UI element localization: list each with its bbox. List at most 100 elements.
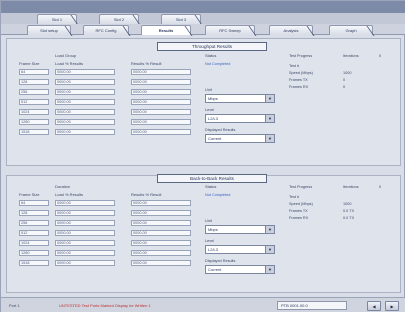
table-cell-load: 0000.00	[55, 69, 115, 75]
table-cell-result: 0000.00	[131, 69, 191, 75]
table-cell-frame: 128	[19, 210, 49, 216]
tab-slot-2[interactable]: Slot 2	[99, 14, 148, 25]
table-cell-load: 0000.00	[55, 260, 115, 266]
unit-select[interactable]: Mbps ▼	[205, 225, 275, 234]
table-cell-frame: 64	[19, 200, 49, 206]
level-select[interactable]: L2/L3 ▼	[205, 245, 275, 254]
tab-graph[interactable]: Graph	[329, 25, 382, 36]
column-header-result: Results % Result	[131, 192, 162, 197]
app-window: Slot 1 Slot 2 Slot 3 Slot setup RFC Conf…	[0, 0, 405, 312]
displayed-results-select[interactable]: Current ▼	[205, 134, 275, 143]
table-cell-load: 0000.00	[55, 200, 115, 206]
level-label: Level	[205, 239, 215, 243]
slot-tab-row: Slot 1 Slot 2 Slot 3	[1, 13, 405, 25]
status-port-label: Port 1	[9, 303, 20, 308]
title-bar	[1, 1, 405, 13]
tab-slot-setup[interactable]: Slot setup	[27, 25, 80, 36]
throughput-panel: Throughput Results Load Group Frame Size…	[6, 38, 401, 166]
unit-label: Unit	[205, 219, 212, 223]
table-cell-result: 0000.00	[131, 99, 191, 105]
table-cell-frame: 1280	[19, 119, 49, 125]
table-cell-load: 0000.00	[55, 89, 115, 95]
table-cell-result: 0000.00	[131, 119, 191, 125]
tab-label: Slot 1	[51, 17, 63, 22]
table-cell-load: 0000.00	[55, 119, 115, 125]
tab-slot-1[interactable]: Slot 1	[37, 14, 86, 25]
tab-rfc-config[interactable]: RFC Config	[83, 25, 138, 36]
table-cell-load: 0000.00	[55, 250, 115, 256]
test-progress-label: Test Progress	[289, 54, 313, 58]
progress-key: Test #	[289, 195, 300, 199]
level-label: Level	[205, 108, 215, 112]
backtoback-panel: Back-to-Back Results Duration Frame Size…	[6, 174, 401, 293]
column-header-frame-size: Frame Size	[19, 192, 40, 197]
tab-label: Slot 2	[113, 17, 125, 22]
progress-value: 0.0 TX	[343, 209, 355, 213]
tab-analysis[interactable]: Analysis	[269, 25, 322, 36]
tab-results[interactable]: Results	[141, 25, 200, 36]
table-cell-load: 0000.00	[55, 129, 115, 135]
column-header-result: Results % Result	[131, 61, 162, 66]
table-cell-load: 0000.00	[55, 230, 115, 236]
status-bar: Port 1 UNTESTED Test Ports Marked Displa…	[1, 297, 405, 312]
table-cell-load: 0000.00	[55, 99, 115, 105]
table-cell-result: 0000.00	[131, 200, 191, 206]
chevron-down-icon: ▼	[265, 246, 274, 253]
progress-key: Frames TX	[289, 78, 308, 82]
status-link[interactable]: Not Completed	[205, 62, 230, 66]
table-cell-result: 0000.00	[131, 109, 191, 115]
iterations-value: 0	[379, 54, 382, 58]
iterations-label: Iterations	[343, 54, 359, 58]
table-cell-frame: 64	[19, 69, 49, 75]
level-select[interactable]: L2/L3 ▼	[205, 114, 275, 123]
progress-value: 1000	[343, 71, 352, 75]
next-button[interactable]: ▶	[385, 301, 399, 311]
section-title: Back-to-Back Results	[157, 174, 267, 183]
table-cell-frame: 512	[19, 99, 49, 105]
iterations-label: Iterations	[343, 185, 359, 189]
chevron-down-icon: ▼	[265, 266, 274, 273]
progress-value: 0	[343, 85, 346, 89]
status-label: Status	[205, 184, 217, 189]
unit-select[interactable]: Mbps ▼	[205, 94, 275, 103]
chevron-down-icon: ▼	[265, 115, 274, 122]
table-cell-frame: 1280	[19, 250, 49, 256]
column-header-load: Load % Results	[55, 192, 84, 197]
table-cell-result: 0000.00	[131, 260, 191, 266]
progress-key: Frames TX	[289, 209, 308, 213]
displayed-results-label: Displayed Results	[205, 259, 236, 263]
table-cell-result: 0000.00	[131, 250, 191, 256]
tab-rfc-sweep[interactable]: RFC Sweep	[205, 25, 264, 36]
table-cell-result: 0000.00	[131, 230, 191, 236]
column-group-header: Load Group	[55, 53, 77, 58]
status-message: UNTESTED Test Ports Marked Display be Wr…	[59, 303, 151, 308]
chevron-down-icon: ▼	[265, 95, 274, 102]
table-cell-load: 0000.00	[55, 79, 115, 85]
displayed-results-select[interactable]: Current ▼	[205, 265, 275, 274]
table-cell-frame: 512	[19, 230, 49, 236]
table-cell-frame: 256	[19, 220, 49, 226]
table-cell-load: 0000.00	[55, 220, 115, 226]
progress-key: Test #	[289, 64, 300, 68]
table-cell-load: 0000.00	[55, 210, 115, 216]
table-cell-result: 0000.00	[131, 79, 191, 85]
status-label: Status	[205, 53, 217, 58]
table-cell-frame: 256	[19, 89, 49, 95]
prev-button[interactable]: ◀	[367, 301, 381, 311]
table-cell-frame: 1518	[19, 260, 49, 266]
table-cell-frame: 1024	[19, 240, 49, 246]
column-header-frame-size: Frame Size	[19, 61, 40, 66]
displayed-results-label: Displayed Results	[205, 128, 236, 132]
progress-value: 0	[343, 78, 346, 82]
progress-key: Speed (Mbps)	[289, 202, 313, 206]
table-cell-result: 0000.00	[131, 210, 191, 216]
status-readout: PTB 0001.00.0	[277, 301, 347, 310]
column-header-load: Load % Results	[55, 61, 84, 66]
column-group-header: Duration	[55, 184, 71, 189]
chevron-down-icon: ▼	[265, 226, 274, 233]
status-link[interactable]: Not Completed	[205, 193, 230, 197]
table-cell-frame: 1024	[19, 109, 49, 115]
section-title: Throughput Results	[157, 42, 267, 51]
unit-label: Unit	[205, 88, 212, 92]
tab-slot-3[interactable]: Slot 3	[161, 14, 210, 25]
